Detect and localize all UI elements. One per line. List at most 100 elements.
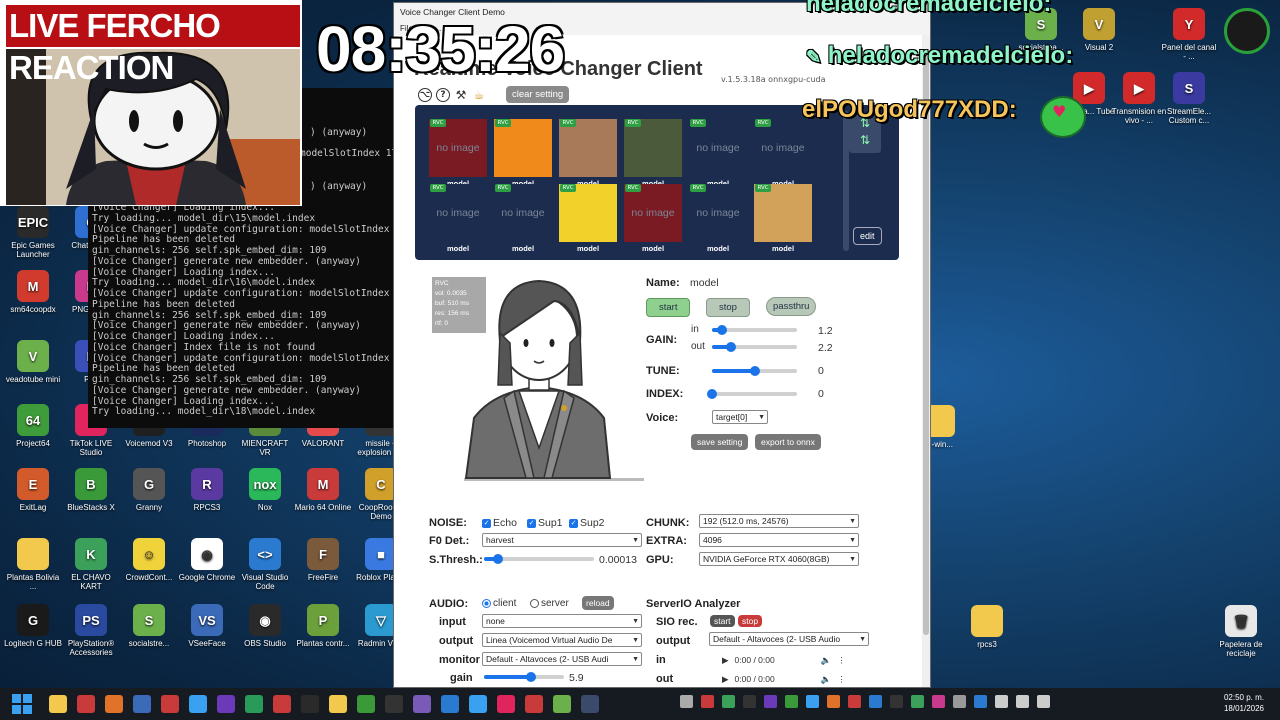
audio-client-radio[interactable]: client <box>482 598 516 609</box>
taskbar-app-icon[interactable] <box>189 695 207 713</box>
taskbar-app-icon[interactable] <box>385 695 403 713</box>
taskbar-app-icon[interactable] <box>245 695 263 713</box>
desktop-icon[interactable]: PS PlayStation® Accessories <box>62 604 120 666</box>
desktop-icon[interactable]: ☺ CrowdCont... <box>120 538 178 600</box>
desktop-icon[interactable]: nox Nox <box>236 468 294 530</box>
tray-clock[interactable]: 02:50 p. m. 18/01/2026 <box>1224 692 1264 714</box>
desktop-icon[interactable]: 64 Project64 <box>4 404 62 466</box>
taskbar-app-icon[interactable] <box>441 695 459 713</box>
model-slot[interactable]: RVCmodel <box>624 119 682 188</box>
passthru-button[interactable]: passthru <box>766 297 817 316</box>
taskbar-app-icon[interactable] <box>525 695 543 713</box>
desktop-icon[interactable]: Y Panel del canal - ... <box>1160 8 1218 70</box>
model-slot[interactable]: RVCmodel <box>559 184 617 253</box>
taskbar-app-icon[interactable] <box>161 695 179 713</box>
tray-icon[interactable] <box>953 695 966 708</box>
slider-thumb[interactable] <box>707 389 717 399</box>
play-icon[interactable]: ▶ <box>722 655 729 666</box>
sio-output-select[interactable]: Default - Altavoces (2- USB Audio ▼ <box>709 632 869 646</box>
desktop-icon[interactable]: Vveadotube mini <box>4 340 62 402</box>
windows-start-icon[interactable] <box>12 694 32 714</box>
noise-sup1-toggle[interactable]: ✓ Sup1 <box>527 517 563 529</box>
taskbar-app-icon[interactable] <box>217 695 235 713</box>
taskbar-app-icon[interactable] <box>77 695 95 713</box>
audio-server-radio[interactable]: server <box>530 598 569 609</box>
taskbar-app-icon[interactable] <box>497 695 515 713</box>
gpu-select[interactable]: NVIDIA GeForce RTX 4060(8GB) ▼ <box>699 552 859 566</box>
desktop-icon[interactable]: S StreamEle... Custom c... <box>1160 72 1218 134</box>
desktop-icon[interactable]: ◉ Google Chrome <box>178 538 236 600</box>
taskbar-app-icon[interactable] <box>133 695 151 713</box>
slider-thumb[interactable] <box>749 366 760 376</box>
model-slot[interactable]: no imageRVCmodel <box>689 184 747 253</box>
slider-thumb[interactable] <box>725 342 736 352</box>
desktop-icon[interactable]: EPIC Epic Games Launcher <box>4 206 62 268</box>
sthresh-slider[interactable] <box>484 554 594 564</box>
desktop-icon[interactable]: Ssocialstre... <box>120 604 178 666</box>
output-select[interactable]: Linea (Voicemod Virtual Audio De ▼ <box>482 633 642 647</box>
help-icon[interactable]: ? <box>436 87 450 102</box>
tray-icon[interactable] <box>974 695 987 708</box>
clear-setting-button[interactable]: clear setting <box>506 86 570 103</box>
volume-icon[interactable]: 🔈 <box>821 655 832 666</box>
monitor-select[interactable]: Default - Altavoces (2- USB Audi ▼ <box>482 652 642 666</box>
sio-in-player[interactable]: ▶ 0:00 / 0:00 🔈 ⋮ <box>722 652 846 668</box>
coffee-icon[interactable]: ☕ <box>472 88 486 102</box>
tray-icon[interactable] <box>764 695 777 708</box>
reload-button[interactable]: reload <box>582 596 614 610</box>
tray-icon[interactable] <box>827 695 840 708</box>
tray-icon[interactable] <box>785 695 798 708</box>
taskbar-app-icon[interactable] <box>413 695 431 713</box>
desktop-icon[interactable]: M Mario 64 Online <box>294 468 352 530</box>
model-slot[interactable]: no imageRVCmodel <box>754 119 812 188</box>
desktop-icon[interactable]: E ExitLag <box>4 468 62 530</box>
input-select[interactable]: none ▼ <box>482 614 642 628</box>
monitor-gain-slider[interactable] <box>484 672 564 682</box>
model-slot[interactable]: RVCmodel <box>559 119 617 188</box>
desktop-icon[interactable]: P Plantas contr... <box>294 604 352 666</box>
stop-button[interactable]: stop <box>706 298 750 317</box>
model-slot[interactable]: no imageRVCmodel <box>624 184 682 253</box>
taskbar-app-icon[interactable] <box>49 695 67 713</box>
taskbar-app-icon[interactable] <box>301 695 319 713</box>
tray-icon[interactable] <box>1016 695 1029 708</box>
github-icon[interactable]: ⌥ <box>418 87 432 102</box>
wrench-icon[interactable]: ⚒ <box>454 88 468 102</box>
model-slot[interactable]: RVCmodel <box>754 184 812 253</box>
gain-in-slider[interactable] <box>712 325 797 335</box>
tray-icon[interactable] <box>1037 695 1050 708</box>
extra-select[interactable]: 4096 ▼ <box>699 533 859 547</box>
tune-slider[interactable] <box>712 366 797 376</box>
desktop-icon[interactable]: ◉ OBS Studio <box>236 604 294 666</box>
chunk-select[interactable]: 192 (512.0 ms, 24576) ▼ <box>699 514 859 528</box>
scrollbar-thumb[interactable] <box>923 55 929 635</box>
save-setting-button[interactable]: save setting <box>691 434 749 450</box>
tray-icon[interactable] <box>701 695 714 708</box>
tray-icon[interactable] <box>890 695 903 708</box>
desktop-icon[interactable]: VS VSeeFace <box>178 604 236 666</box>
edit-button[interactable]: edit <box>853 227 882 245</box>
taskbar-app-icon[interactable] <box>273 695 291 713</box>
voice-select[interactable]: target[0] ▼ <box>712 410 768 424</box>
tray-icon[interactable] <box>932 695 945 708</box>
slider-thumb[interactable] <box>493 554 504 564</box>
desktop-icon[interactable]: F FreeFire <box>294 538 352 600</box>
more-options-icon[interactable]: ⋮ <box>837 655 846 666</box>
tray-icon[interactable] <box>848 695 861 708</box>
desktop-icon[interactable]: G Granny <box>120 468 178 530</box>
model-slot[interactable]: no imageRVCmodel <box>494 184 552 253</box>
tray-icon[interactable] <box>911 695 924 708</box>
sio-out-player[interactable]: ▶ 0:00 / 0:00 🔈 ⋮ <box>722 671 846 687</box>
desktop-icon[interactable]: V Visual 2 <box>1070 8 1128 70</box>
volume-icon[interactable]: 🔈 <box>821 674 832 685</box>
tray-icon[interactable] <box>806 695 819 708</box>
model-slot[interactable]: RVCmodel <box>494 119 552 188</box>
desktop-icon[interactable]: Plantas Bolivia ... <box>4 538 62 600</box>
more-options-icon[interactable]: ⋮ <box>837 674 846 685</box>
play-icon[interactable]: ▶ <box>722 674 729 685</box>
tray-icon[interactable] <box>743 695 756 708</box>
desktop-icon[interactable]: rpcs3 <box>958 605 1016 667</box>
taskbar-app-icon[interactable] <box>329 695 347 713</box>
noise-sup2-toggle[interactable]: ✓ Sup2 <box>569 517 605 529</box>
slot-scrollbar[interactable] <box>843 111 849 251</box>
